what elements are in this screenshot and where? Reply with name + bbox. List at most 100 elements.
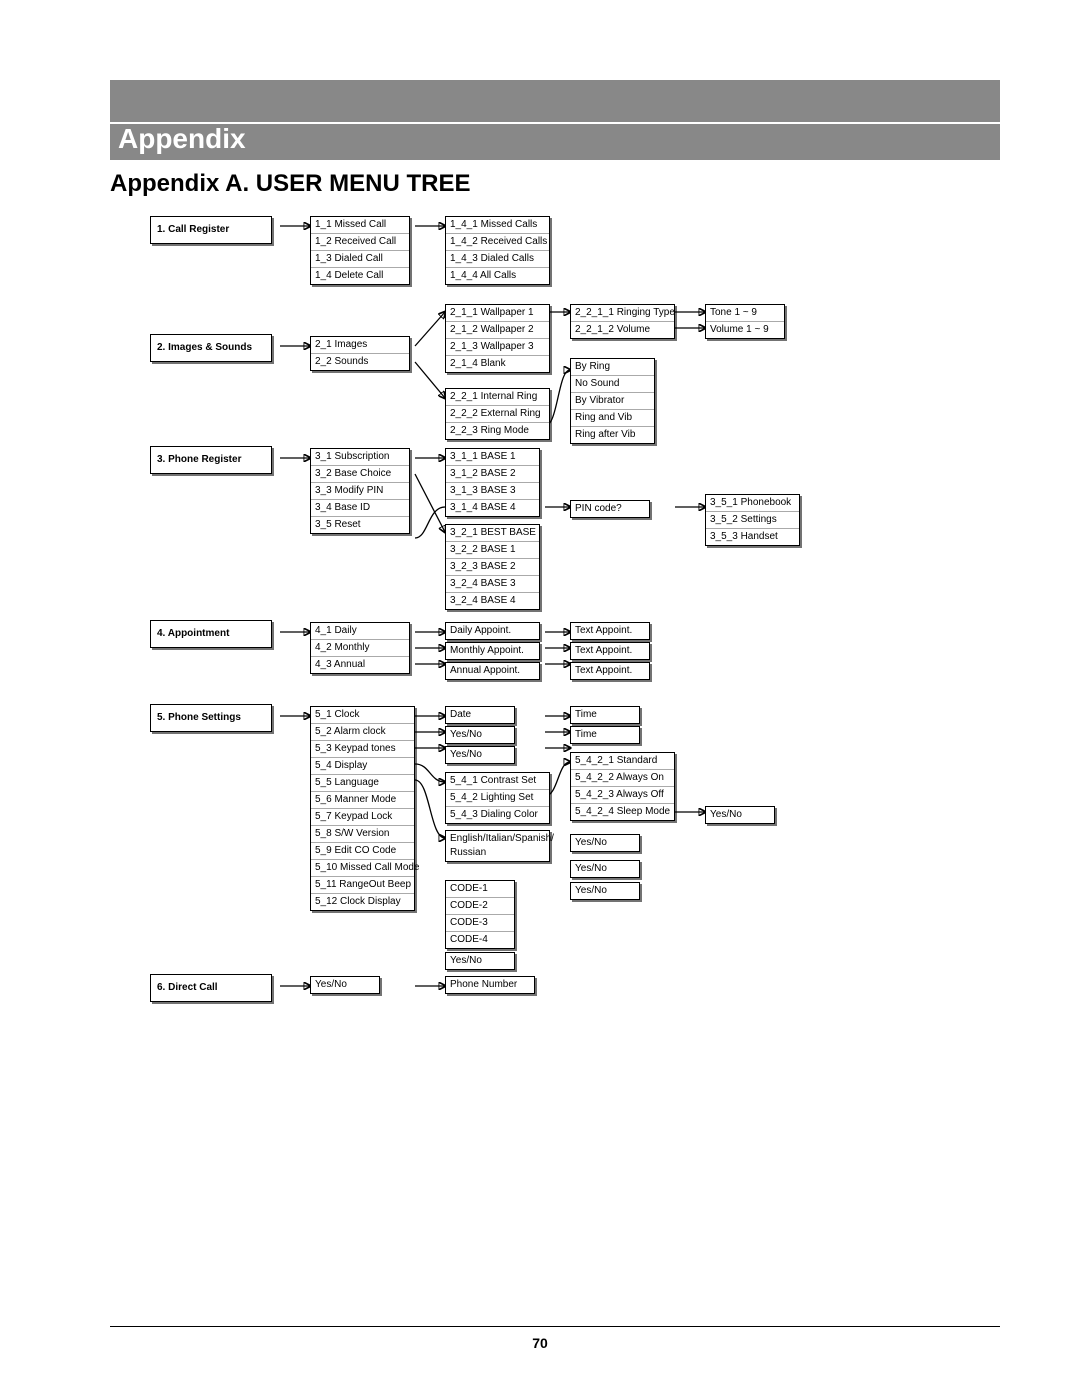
list-item: 1_4_1 Missed Calls xyxy=(446,217,549,234)
list-item: 5_4_2_2 Always On xyxy=(571,770,674,787)
list-item: 1_4_3 Dialed Calls xyxy=(446,251,549,268)
alarm-yesno: Yes/No xyxy=(445,726,515,744)
list-item: 5_4_2_1 Standard xyxy=(571,753,674,770)
list-item: By Vibrator xyxy=(571,393,654,410)
list-item: 3_2_1 BEST BASE xyxy=(446,525,539,542)
missed-yesno: Yes/No xyxy=(570,882,640,900)
images-sounds-list: 2_1 Images 2_2 Sounds xyxy=(310,336,410,371)
list-item: 5_4 Display xyxy=(311,758,414,775)
list-item: By Ring xyxy=(571,359,654,376)
clock-time: Time xyxy=(570,706,640,724)
list-item: 2_2_1 Internal Ring xyxy=(446,389,549,406)
list-item: 4_3 Annual xyxy=(311,657,409,673)
list-item: 2_1 Images xyxy=(311,337,409,354)
list-item: Yes/No xyxy=(446,727,514,743)
list-item: 3_1_2 BASE 2 xyxy=(446,466,539,483)
list-item: Yes/No xyxy=(571,835,639,851)
direct-call-yesno: Yes/No xyxy=(310,976,380,994)
list-item: Yes/No xyxy=(571,861,639,877)
list-item: Time xyxy=(571,727,639,743)
list-item: 3_5_2 Settings xyxy=(706,512,799,529)
list-item: Ring and Vib xyxy=(571,410,654,427)
list-item: PIN code? xyxy=(571,501,649,517)
list-item: CODE-1 xyxy=(446,881,514,898)
keypad-yesno: Yes/No xyxy=(445,746,515,764)
appoint-sub-daily: Daily Appoint. xyxy=(445,622,540,640)
list-item: CODE-2 xyxy=(446,898,514,915)
appoint-sub-monthly: Monthly Appoint. xyxy=(445,642,540,660)
list-item: 3_4 Base ID xyxy=(311,500,409,517)
list-item: 1_4_2 Received Calls xyxy=(446,234,549,251)
list-item: Yes/No xyxy=(571,883,639,899)
list-item: 2_2_2 External Ring xyxy=(446,406,549,423)
images-sublist: 2_1_1 Wallpaper 1 2_1_2 Wallpaper 2 2_1_… xyxy=(445,304,550,373)
list-item: Annual Appoint. xyxy=(446,663,539,679)
reset-list: 3_5_1 Phonebook 3_5_2 Settings 3_5_3 Han… xyxy=(705,494,800,546)
list-item: Yes/No xyxy=(446,953,514,969)
list-item: 5_10 Missed Call Mode xyxy=(311,860,414,877)
list-item: 2_1_3 Wallpaper 3 xyxy=(446,339,549,356)
lighting-sub: 5_4_2_1 Standard 5_4_2_2 Always On 5_4_2… xyxy=(570,752,675,821)
list-item: 5_4_1 Contrast Set xyxy=(446,773,549,790)
list-item: Text Appoint. xyxy=(571,663,649,679)
list-item: 5_9 Edit CO Code xyxy=(311,843,414,860)
list-item: 3_2 Base Choice xyxy=(311,466,409,483)
list-item: 3_1_3 BASE 3 xyxy=(446,483,539,500)
list-item: 2_1_1 Wallpaper 1 xyxy=(446,305,549,322)
clock-date: Date xyxy=(445,706,515,724)
list-item: Monthly Appoint. xyxy=(446,643,539,659)
delete-call-list: 1_4_1 Missed Calls 1_4_2 Received Calls … xyxy=(445,216,550,285)
keypadlock-yesno: Yes/No xyxy=(570,860,640,878)
list-item: Phone Number xyxy=(446,977,534,993)
rangeout-yesno: Yes/No xyxy=(445,952,515,970)
phone-register-list: 3_1 Subscription 3_2 Base Choice 3_3 Mod… xyxy=(310,448,410,534)
menu-phone-settings: 5. Phone Settings xyxy=(150,704,272,732)
list-item: 2_1_4 Blank xyxy=(446,356,549,372)
phone-number-box: Phone Number xyxy=(445,976,535,994)
list-item: 1_4_4 All Calls xyxy=(446,268,549,284)
menu-direct-call: 6. Direct Call xyxy=(150,974,272,1002)
list-item: 3_5_1 Phonebook xyxy=(706,495,799,512)
list-item: 2_1_2 Wallpaper 2 xyxy=(446,322,549,339)
section-title: Appendix A. USER MENU TREE xyxy=(110,170,1000,198)
list-item: 3_2_4 BASE 4 xyxy=(446,593,539,609)
list-item: 5_6 Manner Mode xyxy=(311,792,414,809)
list-item: 5_8 S/W Version xyxy=(311,826,414,843)
list-item: 5_3 Keypad tones xyxy=(311,741,414,758)
menu-images-sounds: 2. Images & Sounds xyxy=(150,334,272,362)
list-item: 4_2 Monthly xyxy=(311,640,409,657)
appendix-title-bar: Appendix xyxy=(110,124,1000,160)
list-item: CODE-3 xyxy=(446,915,514,932)
ring-mode-opts: By Ring No Sound By Vibrator Ring and Vi… xyxy=(570,358,655,444)
menu-call-register: 1. Call Register xyxy=(150,216,272,244)
list-item: Yes/No xyxy=(311,977,379,993)
footer-rule xyxy=(110,1326,1000,1327)
menu-phone-register: 3. Phone Register xyxy=(150,446,272,474)
list-item: 5_7 Keypad Lock xyxy=(311,809,414,826)
page-number: 70 xyxy=(0,1335,1080,1351)
list-item: 5_4_2_3 Always Off xyxy=(571,787,674,804)
text-appoint-3: Text Appoint. xyxy=(570,662,650,680)
tone-vol: Tone 1 ~ 9 Volume 1 ~ 9 xyxy=(705,304,785,339)
list-item: 5_12 Clock Display xyxy=(311,894,414,910)
list-item: Tone 1 ~ 9 xyxy=(706,305,784,322)
list-item: 4_1 Daily xyxy=(311,623,409,640)
list-item: 3_1_1 BASE 1 xyxy=(446,449,539,466)
list-item: Daily Appoint. xyxy=(446,623,539,639)
list-item: 5_4_3 Dialing Color xyxy=(446,807,549,823)
list-item: 2_2_1_1 Ringing Type xyxy=(571,305,674,322)
call-register-list: 1_1 Missed Call 1_2 Received Call 1_3 Di… xyxy=(310,216,410,285)
list-item: 5_4_2 Lighting Set xyxy=(446,790,549,807)
list-item: 3_2_3 BASE 2 xyxy=(446,559,539,576)
base-choice-list: 3_2_1 BEST BASE 3_2_2 BASE 1 3_2_3 BASE … xyxy=(445,524,540,610)
list-item: Date xyxy=(446,707,514,723)
list-item: 1_4 Delete Call xyxy=(311,268,409,284)
list-item: 3_2_4 BASE 3 xyxy=(446,576,539,593)
display-sub: 5_4_1 Contrast Set 5_4_2 Lighting Set 5_… xyxy=(445,772,550,824)
list-item: 3_5_3 Handset xyxy=(706,529,799,545)
list-item: CODE-4 xyxy=(446,932,514,948)
list-item: 3_2_2 BASE 1 xyxy=(446,542,539,559)
menu-appointment: 4. Appointment xyxy=(150,620,272,648)
list-item: Yes/No xyxy=(446,747,514,763)
ring-type-vol: 2_2_1_1 Ringing Type 2_2_1_2 Volume xyxy=(570,304,675,339)
